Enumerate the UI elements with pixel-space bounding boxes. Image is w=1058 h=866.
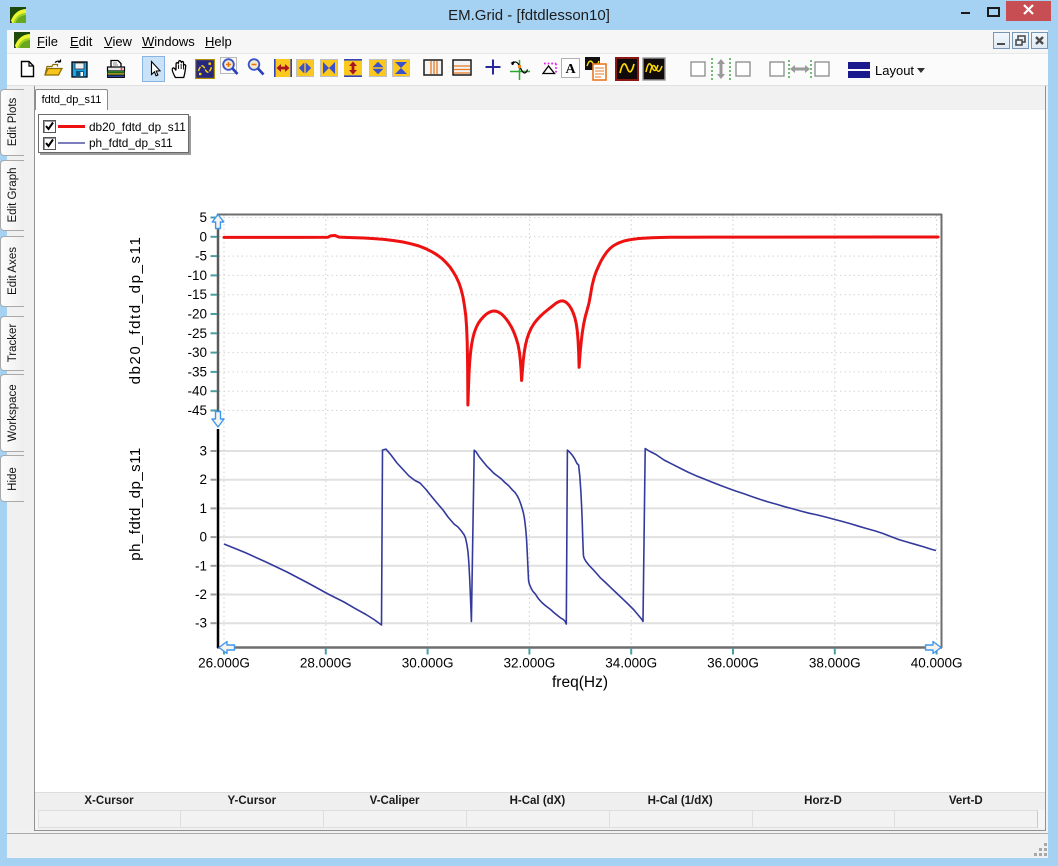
svg-text:-30: -30 xyxy=(187,345,207,360)
svg-text:-3: -3 xyxy=(195,616,207,631)
svg-text:1: 1 xyxy=(199,501,207,516)
svg-text:-45: -45 xyxy=(187,403,207,418)
svg-text:40.000G: 40.000G xyxy=(911,656,963,671)
svg-text:30.000G: 30.000G xyxy=(402,656,454,671)
svg-text:0: 0 xyxy=(199,530,207,545)
svg-text:-10: -10 xyxy=(187,268,207,283)
svg-text:-5: -5 xyxy=(195,249,207,264)
svg-text:freq(Hz): freq(Hz) xyxy=(552,674,608,691)
svg-text:-15: -15 xyxy=(187,287,207,302)
svg-text:-40: -40 xyxy=(187,384,207,399)
svg-text:-35: -35 xyxy=(187,364,207,379)
svg-text:-25: -25 xyxy=(187,326,207,341)
svg-text:0: 0 xyxy=(199,229,207,244)
svg-text:38.000G: 38.000G xyxy=(809,656,861,671)
svg-text:36.000G: 36.000G xyxy=(707,656,759,671)
svg-text:ph_fdtd_dp_s11: ph_fdtd_dp_s11 xyxy=(127,447,144,561)
svg-text:-1: -1 xyxy=(195,558,207,573)
svg-text:2: 2 xyxy=(199,472,207,487)
svg-text:32.000G: 32.000G xyxy=(504,656,556,671)
svg-text:34.000G: 34.000G xyxy=(605,656,657,671)
svg-text:5: 5 xyxy=(199,210,207,225)
svg-text:28.000G: 28.000G xyxy=(300,656,352,671)
svg-text:-20: -20 xyxy=(187,307,207,322)
svg-text:-2: -2 xyxy=(195,587,207,602)
svg-text:3: 3 xyxy=(199,444,207,459)
svg-text:26.000G: 26.000G xyxy=(198,656,250,671)
svg-text:db20_fdtd_dp_s11: db20_fdtd_dp_s11 xyxy=(127,236,144,385)
